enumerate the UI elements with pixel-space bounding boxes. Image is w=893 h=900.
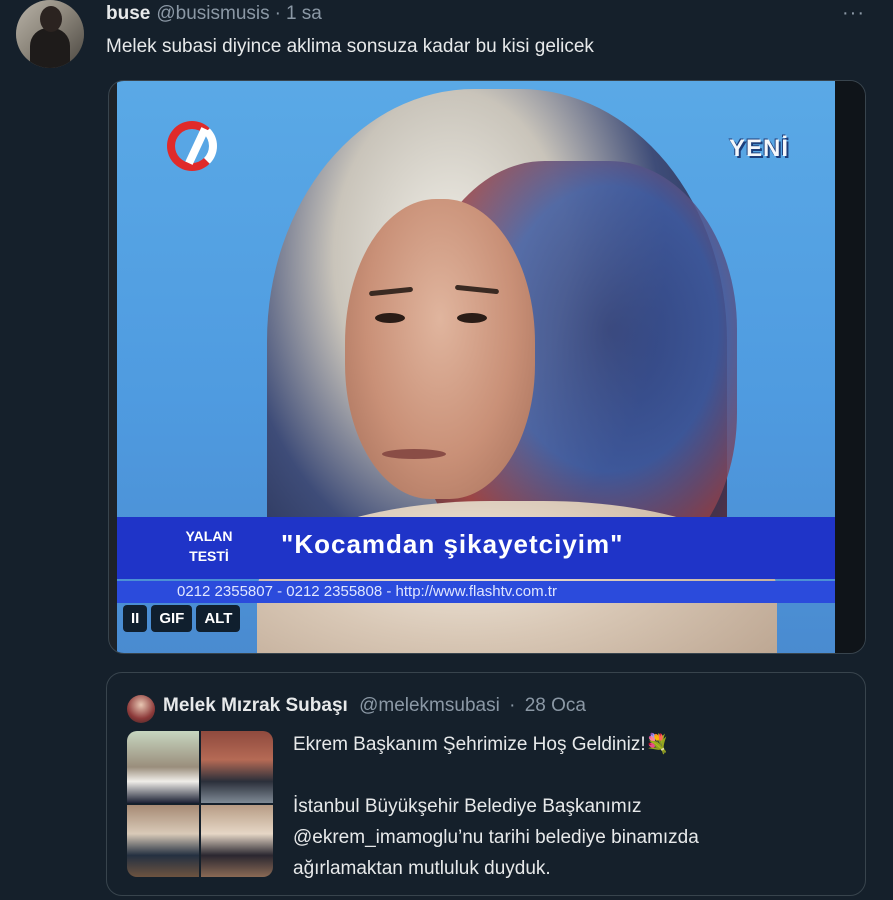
- left-eye-shape: [375, 313, 405, 323]
- lower-third-label-line1: YALAN: [185, 528, 233, 544]
- quoted-tweet-text: Ekrem Başkanım Şehrimize Hoş Geldiniz!💐 …: [293, 729, 853, 884]
- avatar-figure-head: [40, 6, 62, 32]
- gif-frame: YENİ YALAN TESTİ "Kocamdan şikayetciyim"…: [117, 81, 837, 653]
- quoted-header-separator: ·: [509, 695, 516, 716]
- gif-badge: GIF: [151, 605, 193, 632]
- channel-badge: YENİ: [728, 135, 789, 162]
- author-name[interactable]: buse: [106, 3, 150, 25]
- channel-logo-icon: [167, 121, 223, 175]
- quoted-author-avatar[interactable]: [127, 695, 155, 723]
- tweet-text: Melek subasi diyince aklima sonsuza kada…: [106, 36, 594, 57]
- quoted-photo-2[interactable]: [201, 731, 273, 803]
- quoted-line-2: İstanbul Büyükşehir Belediye Başkanımız: [293, 796, 642, 817]
- news-ticker: 0212 2355807 - 0212 2355808 - http://www…: [117, 581, 837, 603]
- mouth-shape: [382, 449, 446, 459]
- quoted-tweet-header: Melek Mızrak Subaşı @melekmsubasi · 28 O…: [163, 695, 586, 717]
- more-options-icon[interactable]: ···: [842, 2, 865, 25]
- quoted-line-4: ağırlamaktan mutluluk duyduk.: [293, 858, 551, 879]
- quoted-author-handle[interactable]: @melekmsubasi: [359, 695, 500, 716]
- tweet-header: buse @busismusis · 1 sa: [106, 2, 322, 26]
- lower-third-label: YALAN TESTİ: [179, 526, 239, 566]
- media-edge: [835, 81, 865, 653]
- quoted-photo-1[interactable]: [127, 731, 199, 803]
- quoted-media-grid[interactable]: [127, 731, 273, 877]
- tweet-timestamp[interactable]: 1 sa: [286, 3, 322, 25]
- bouquet-emoji-icon: 💐: [645, 734, 670, 755]
- quoted-line-1: Ekrem Başkanım Şehrimize Hoş Geldiniz!: [293, 734, 646, 755]
- quoted-tweet[interactable]: Melek Mızrak Subaşı @melekmsubasi · 28 O…: [106, 672, 866, 896]
- quoted-line-3: @ekrem_imamoglu’nu tarihi belediye binam…: [293, 827, 699, 848]
- lower-third-quote: "Kocamdan şikayetciyim": [281, 529, 624, 559]
- alt-text-button[interactable]: ALT: [196, 605, 241, 632]
- quoted-photo-3[interactable]: [127, 805, 199, 877]
- pause-icon[interactable]: II: [123, 605, 148, 632]
- lower-third-label-line2: TESTİ: [189, 548, 229, 564]
- quoted-tweet-timestamp[interactable]: 28 Oca: [525, 695, 586, 716]
- right-eye-shape: [457, 313, 487, 323]
- media-controls: II GIF ALT: [123, 605, 241, 632]
- header-separator: ·: [274, 3, 281, 24]
- ticker-text: 0212 2355807 - 0212 2355808 - http://www…: [177, 583, 557, 600]
- avatar-figure-body: [30, 28, 70, 68]
- quoted-author-name[interactable]: Melek Mızrak Subaşı: [163, 695, 348, 716]
- author-handle[interactable]: @busismusis: [156, 3, 269, 25]
- tweet-media-gif[interactable]: YENİ YALAN TESTİ "Kocamdan şikayetciyim"…: [108, 80, 866, 654]
- author-avatar[interactable]: [16, 0, 84, 68]
- quoted-photo-4[interactable]: [201, 805, 273, 877]
